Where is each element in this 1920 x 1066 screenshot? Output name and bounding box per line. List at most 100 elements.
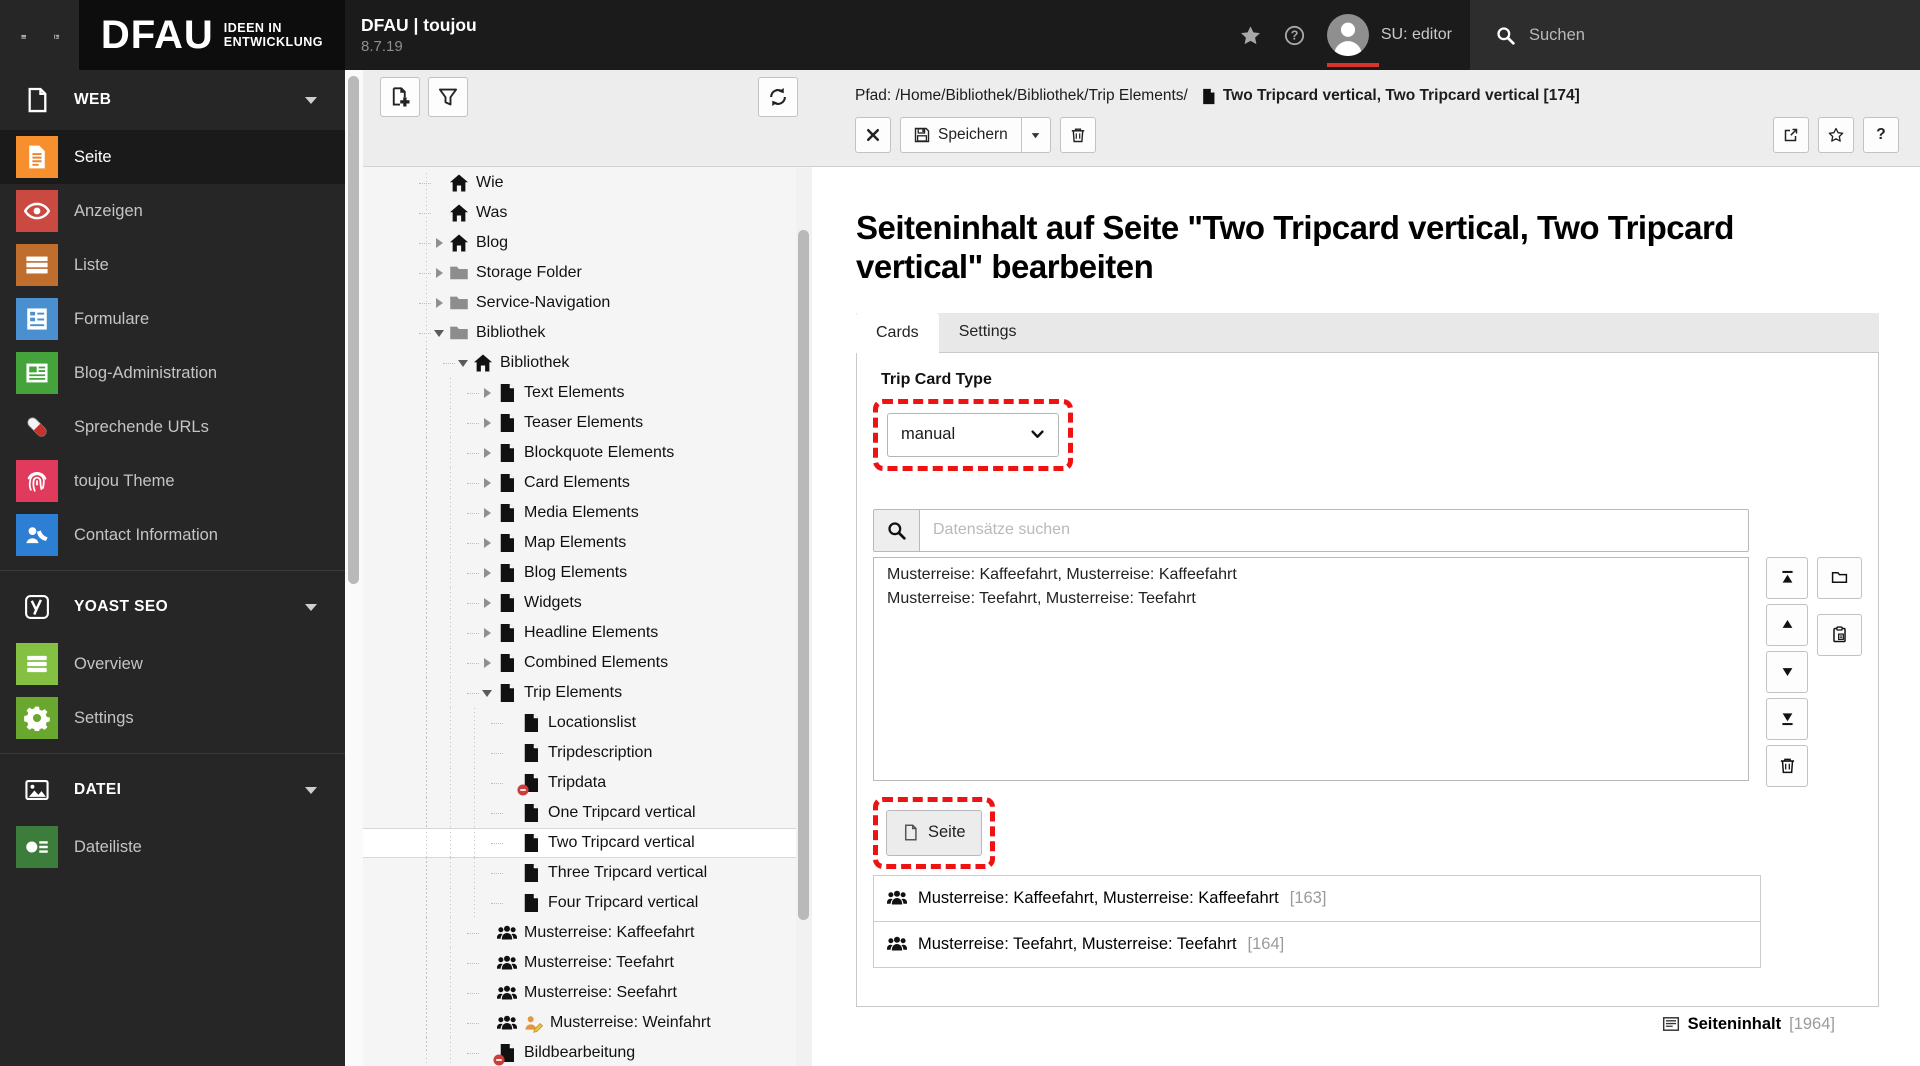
move-up-button[interactable]: [1766, 603, 1808, 646]
filter-button[interactable]: [428, 77, 468, 117]
expander-collapsed[interactable]: [431, 295, 447, 311]
scrollbar-thumb[interactable]: [348, 76, 359, 584]
sidebar-item-toujou-theme[interactable]: toujou Theme: [0, 454, 345, 508]
expander-collapsed[interactable]: [479, 535, 495, 551]
help-button[interactable]: ?: [1273, 0, 1317, 70]
expander-collapsed[interactable]: [431, 265, 447, 281]
tree-item-one-tripcard-vertical[interactable]: One Tripcard vertical: [363, 798, 812, 828]
tree-item-bibliothek[interactable]: Bibliothek: [363, 318, 812, 348]
menu-toggle-button[interactable]: [14, 18, 33, 52]
expander-collapsed[interactable]: [479, 565, 495, 581]
listbox-option[interactable]: Musterreise: Kaffeefahrt, Musterreise: K…: [874, 563, 1748, 587]
sidebar-item-settings[interactable]: Settings: [0, 691, 345, 745]
tree-item-was[interactable]: Was: [363, 198, 812, 228]
selected-items-listbox[interactable]: Musterreise: Kaffeefahrt, Musterreise: K…: [873, 556, 1749, 781]
expander-collapsed[interactable]: [431, 235, 447, 251]
sidebar-item-contact-information[interactable]: Contact Information: [0, 508, 345, 562]
tree-item-widgets[interactable]: Widgets: [363, 588, 812, 618]
tree-item-four-tripcard-vertical[interactable]: Four Tripcard vertical: [363, 888, 812, 918]
record-row[interactable]: Musterreise: Kaffeefahrt, Musterreise: K…: [873, 874, 1761, 922]
bookmark-button[interactable]: [1229, 0, 1273, 70]
menu-section-web[interactable]: WEB: [0, 70, 345, 130]
context-help-button[interactable]: ?: [1863, 117, 1899, 153]
expander-collapsed[interactable]: [479, 625, 495, 641]
expander-collapsed[interactable]: [479, 415, 495, 431]
sidebar-item-overview[interactable]: Overview: [0, 637, 345, 691]
scrollbar-thumb[interactable]: [798, 230, 809, 920]
expander-collapsed[interactable]: [479, 595, 495, 611]
record-search-input[interactable]: [919, 508, 1749, 552]
sidebar-item-seite[interactable]: Seite: [0, 130, 345, 184]
tree-item-card-elements[interactable]: Card Elements: [363, 468, 812, 498]
new-page-button[interactable]: [380, 77, 420, 117]
save-button[interactable]: Speichern: [900, 117, 1021, 153]
close-button[interactable]: [855, 117, 891, 153]
sidebar-item-blog-administration[interactable]: Blog-Administration: [0, 346, 345, 400]
tab-cards[interactable]: Cards: [856, 312, 939, 353]
expander-expanded[interactable]: [455, 355, 471, 371]
dfau-logo: DFAU IDEEN IN ENTWICKLUNG: [78, 0, 345, 70]
menu-section-datei[interactable]: DATEI: [0, 760, 345, 820]
tree-item-bibliothek[interactable]: Bibliothek: [363, 348, 812, 378]
sidebar-item-anzeigen[interactable]: Anzeigen: [0, 184, 345, 238]
menu-section-yoast-seo[interactable]: YOAST SEO: [0, 577, 345, 637]
expander-expanded[interactable]: [431, 325, 447, 341]
navigation-toggle-button[interactable]: [47, 18, 66, 52]
new-seite-record-button[interactable]: Seite: [886, 809, 982, 856]
sidebar-item-sprechende-urls[interactable]: Sprechende URLs: [0, 400, 345, 454]
expander-expanded[interactable]: [479, 685, 495, 701]
refresh-tree-button[interactable]: [758, 77, 798, 117]
tree-item-media-elements[interactable]: Media Elements: [363, 498, 812, 528]
move-down-button[interactable]: [1766, 650, 1808, 693]
tree-item-headline-elements[interactable]: Headline Elements: [363, 618, 812, 648]
expander-collapsed[interactable]: [479, 385, 495, 401]
page-tree-scrollbar[interactable]: [796, 168, 812, 1066]
sidebar-item-liste[interactable]: Liste: [0, 238, 345, 292]
tree-item-tripdata[interactable]: Tripdata: [363, 768, 812, 798]
move-to-top-button[interactable]: [1766, 556, 1808, 599]
expander-collapsed[interactable]: [479, 655, 495, 671]
sidebar-item-dateiliste[interactable]: Dateiliste: [0, 820, 345, 874]
global-search[interactable]: Suchen: [1470, 0, 1920, 70]
username: SU: editor: [1380, 26, 1452, 43]
tree-item-teaser-elements[interactable]: Teaser Elements: [363, 408, 812, 438]
tree-item-tripdescription[interactable]: Tripdescription: [363, 738, 812, 768]
tree-item-musterreise-teefahrt[interactable]: Musterreise: Teefahrt: [363, 948, 812, 978]
tree-item-trip-elements[interactable]: Trip Elements: [363, 678, 812, 708]
move-to-bottom-button[interactable]: [1766, 697, 1808, 740]
expander-collapsed[interactable]: [479, 445, 495, 461]
tree-item-service-navigation[interactable]: Service-Navigation: [363, 288, 812, 318]
tree-item-blog[interactable]: Blog: [363, 228, 812, 258]
tree-item-map-elements[interactable]: Map Elements: [363, 528, 812, 558]
tree-item-storage-folder[interactable]: Storage Folder: [363, 258, 812, 288]
tree-item-bildbearbeitung[interactable]: Bildbearbeitung: [363, 1038, 812, 1066]
delete-button[interactable]: [1059, 117, 1096, 153]
page-tree: Wie Was Blog Storage Folder Service-Navigati…: [363, 167, 812, 1066]
save-options-button[interactable]: [1020, 117, 1051, 153]
add-bookmark-button[interactable]: [1818, 117, 1854, 153]
tree-item-three-tripcard-vertical[interactable]: Three Tripcard vertical: [363, 858, 812, 888]
open-in-new-window-button[interactable]: [1773, 117, 1809, 153]
remove-item-button[interactable]: [1766, 744, 1808, 787]
tree-item-musterreise-weinfahrt[interactable]: Musterreise: Weinfahrt: [363, 1008, 812, 1038]
tree-item-musterreise-kaffeefahrt[interactable]: Musterreise: Kaffeefahrt: [363, 918, 812, 948]
tree-item-wie[interactable]: Wie: [363, 168, 812, 198]
tree-item-locationslist[interactable]: Locationslist: [363, 708, 812, 738]
tree-item-musterreise-seefahrt[interactable]: Musterreise: Seefahrt: [363, 978, 812, 1008]
record-row[interactable]: Musterreise: Teefahrt, Musterreise: Teef…: [873, 920, 1761, 968]
module-menu-scrollbar[interactable]: [345, 70, 363, 1066]
tree-item-blockquote-elements[interactable]: Blockquote Elements: [363, 438, 812, 468]
sidebar-item-formulare[interactable]: Formulare: [0, 292, 345, 346]
paste-clipboard-button[interactable]: [1817, 613, 1862, 656]
expander-collapsed[interactable]: [479, 505, 495, 521]
user-menu[interactable]: SU: editor: [1317, 0, 1470, 70]
tab-settings[interactable]: Settings: [939, 313, 1037, 352]
tree-item-text-elements[interactable]: Text Elements: [363, 378, 812, 408]
tree-item-two-tripcard-vertical[interactable]: Two Tripcard vertical: [363, 828, 812, 858]
trip-card-type-select[interactable]: manual: [887, 412, 1059, 457]
tree-item-combined-elements[interactable]: Combined Elements: [363, 648, 812, 678]
tree-item-blog-elements[interactable]: Blog Elements: [363, 558, 812, 588]
expander-collapsed[interactable]: [479, 475, 495, 491]
listbox-option[interactable]: Musterreise: Teefahrt, Musterreise: Teef…: [874, 587, 1748, 611]
browse-records-button[interactable]: [1817, 556, 1862, 599]
